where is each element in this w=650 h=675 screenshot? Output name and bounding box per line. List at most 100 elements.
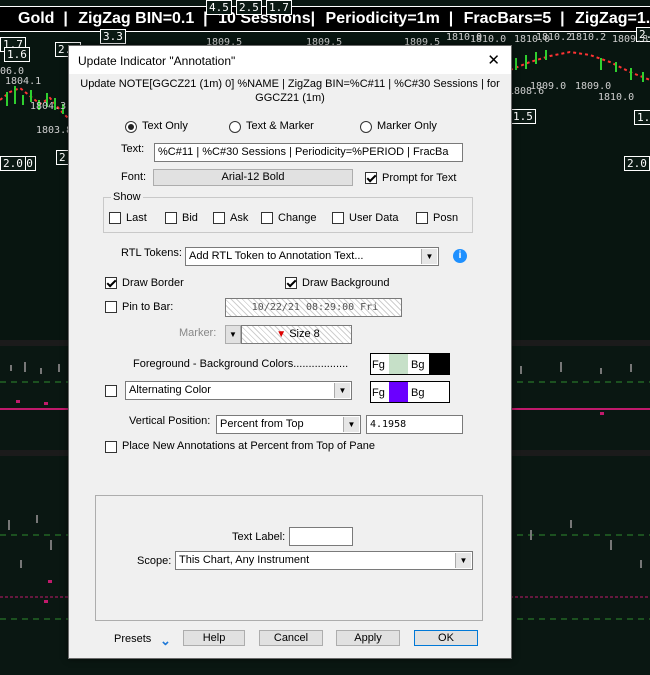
- chevron-down-icon: ▼: [421, 249, 437, 264]
- header-symbol: Gold: [18, 10, 55, 27]
- marker-size-value: Size 8: [289, 328, 320, 340]
- alt-bg-label: Bg: [411, 387, 425, 399]
- annotation-text-input[interactable]: %C#11 | %C#30 Sessions | Periodicity=%PE…: [154, 143, 463, 162]
- alt-fg-color-swatch[interactable]: [389, 382, 408, 402]
- place-new-annotations-label: Place New Annotations at Percent from To…: [122, 440, 375, 452]
- alternating-color-checkbox[interactable]: [105, 385, 117, 397]
- presets-chevron-down-icon[interactable]: ⌄: [160, 633, 171, 649]
- show-last-label: Last: [126, 212, 147, 224]
- header-zigzag-bin: ZigZag BIN=0.1: [78, 10, 195, 27]
- show-posn-checkbox[interactable]: [416, 212, 428, 224]
- pin-to-bar-checkbox[interactable]: [105, 301, 117, 313]
- fg-bg-colors-label: Foreground - Background Colors..........…: [133, 358, 349, 370]
- font-button[interactable]: Arial-12 Bold: [153, 169, 353, 186]
- show-user-data-checkbox[interactable]: [332, 212, 344, 224]
- draw-background-checkbox[interactable]: [285, 277, 297, 289]
- chart-price-label: 1809.8: [612, 34, 649, 45]
- chart-price-label: 1809.0: [530, 81, 567, 92]
- font-label: Font:: [121, 171, 147, 183]
- marker-label: Marker:: [179, 327, 217, 339]
- show-bid-label: Bid: [182, 212, 198, 224]
- rtl-tokens-select[interactable]: Add RTL Token to Annotation Text... ▼: [185, 247, 439, 266]
- text-field-label: Text:: [121, 143, 145, 155]
- subtitle-line-2: GGCZ21 (1m): [255, 92, 325, 104]
- chart-price-label: 1809.0: [575, 81, 612, 92]
- radio-text-marker-label: Text & Marker: [246, 120, 314, 132]
- draw-border-checkbox[interactable]: [105, 277, 117, 289]
- vertical-position-number-input[interactable]: 4.1958: [366, 415, 463, 434]
- marker-dropdown-button[interactable]: ▼: [225, 325, 241, 344]
- chart-price-label: 06.0: [0, 66, 25, 77]
- radio-marker-only[interactable]: [360, 121, 372, 133]
- radio-text-only-label: Text Only: [142, 120, 188, 132]
- show-last-checkbox[interactable]: [109, 212, 121, 224]
- fg-color-swatch[interactable]: [389, 354, 408, 374]
- chart-box-label: 1.5: [634, 110, 650, 125]
- chart-box-label: 4.5: [206, 0, 232, 15]
- pin-to-bar-date-field[interactable]: 10/22/21 08:29:00 Fri: [225, 298, 402, 317]
- radio-marker-only-label: Marker Only: [377, 120, 437, 132]
- close-icon[interactable]: ✕: [487, 51, 500, 69]
- dialog-title: Update Indicator "Annotation": [78, 54, 236, 68]
- alt-fg-label: Fg: [372, 387, 385, 399]
- vertical-position-select[interactable]: Percent from Top ▼: [216, 415, 361, 434]
- show-posn-label: Posn: [433, 212, 459, 224]
- scope-label: Scope:: [137, 555, 172, 567]
- annotation-dialog: Update Indicator "Annotation" ✕ Update N…: [68, 45, 512, 659]
- chart-price-label: 1810.0: [446, 32, 483, 43]
- chart-box-label: 3.3: [100, 29, 126, 44]
- chart-header: Gold | ZigZag BIN=0.1 | 10 Sessions| Per…: [0, 6, 650, 32]
- chart-box-label: 2.0: [624, 156, 650, 171]
- bg-color-swatch[interactable]: [429, 354, 449, 374]
- draw-background-label: Draw Background: [302, 277, 390, 289]
- rtl-tokens-label: RTL Tokens:: [121, 247, 182, 259]
- show-ask-checkbox[interactable]: [213, 212, 225, 224]
- show-change-checkbox[interactable]: [261, 212, 273, 224]
- chevron-down-icon: ▼: [343, 417, 359, 432]
- chart-price-label: 1810.0: [598, 92, 635, 103]
- info-icon[interactable]: i: [453, 249, 467, 263]
- dialog-subtitle: Update NOTE[GGCZ21 (1m) 0] %NAME | ZigZa…: [69, 77, 511, 105]
- scope-select[interactable]: This Chart, Any Instrument ▼: [175, 551, 473, 570]
- show-user-data-label: User Data: [349, 212, 399, 224]
- show-group-label: Show: [111, 191, 143, 203]
- show-ask-label: Ask: [230, 212, 249, 224]
- header-fracbars: FracBars=5: [463, 10, 552, 27]
- help-button[interactable]: Help: [183, 630, 245, 646]
- header-zigzag: ZigZag=1.5: [575, 10, 650, 27]
- place-new-annotations-checkbox[interactable]: [105, 441, 117, 453]
- chevron-down-icon: ▼: [334, 383, 350, 398]
- presets-label[interactable]: Presets: [114, 633, 151, 645]
- bg-label: Bg: [411, 359, 425, 371]
- scope-value: This Chart, Any Instrument: [179, 554, 310, 566]
- prompt-for-text-checkbox[interactable]: [365, 172, 377, 184]
- radio-text-marker[interactable]: [229, 121, 241, 133]
- marker-size-field[interactable]: ▼ Size 8: [241, 325, 352, 344]
- text-label-input[interactable]: [289, 527, 353, 546]
- chart-price-label: 1810.2: [570, 32, 607, 43]
- chart-box-label: 2.0: [0, 156, 26, 171]
- ok-button[interactable]: OK: [414, 630, 478, 646]
- subtitle-line-1: Update NOTE[GGCZ21 (1m) 0] %NAME | ZigZa…: [80, 78, 500, 90]
- apply-button[interactable]: Apply: [336, 630, 400, 646]
- alternating-color-select[interactable]: Alternating Color ▼: [125, 381, 352, 400]
- chart-price-label: 1804.3: [30, 101, 67, 112]
- pin-to-bar-label: Pin to Bar:: [122, 301, 174, 313]
- chart-price-label: 1810.2: [536, 32, 573, 43]
- rtl-tokens-value: Add RTL Token to Annotation Text...: [189, 250, 364, 262]
- text-label-field-label: Text Label:: [232, 531, 286, 543]
- marker-arrow-icon: ▼: [276, 329, 287, 340]
- cancel-button[interactable]: Cancel: [259, 630, 323, 646]
- alternating-color-value: Alternating Color: [129, 384, 211, 396]
- dialog-titlebar[interactable]: Update Indicator "Annotation" ✕: [69, 46, 511, 74]
- chart-box-label: 1.5: [510, 109, 536, 124]
- vertical-position-value: Percent from Top: [220, 418, 304, 430]
- show-bid-checkbox[interactable]: [165, 212, 177, 224]
- chart-box-label: 1.7: [266, 0, 292, 15]
- prompt-for-text-label: Prompt for Text: [382, 172, 457, 184]
- chevron-down-icon: ▼: [455, 553, 471, 568]
- radio-text-only[interactable]: [125, 121, 137, 133]
- alt-bg-color-swatch[interactable]: [429, 382, 449, 402]
- fg-label: Fg: [372, 359, 385, 371]
- chart-box-label: 1.6: [4, 47, 30, 62]
